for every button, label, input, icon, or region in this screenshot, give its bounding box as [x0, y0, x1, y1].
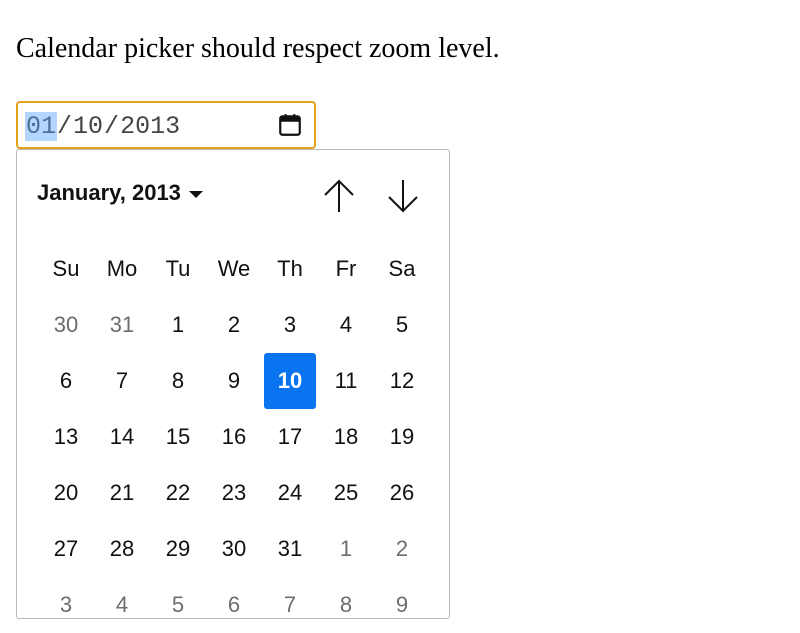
date-separator: /: [57, 111, 73, 141]
day-cell[interactable]: 11: [318, 353, 374, 409]
month-year-dropdown[interactable]: January, 2013: [37, 180, 203, 206]
day-cell[interactable]: 3: [262, 297, 318, 353]
date-input[interactable]: 01/10/2013: [16, 101, 316, 149]
day-cell[interactable]: 7: [262, 577, 318, 633]
day-cell[interactable]: 14: [94, 409, 150, 465]
date-separator: /: [104, 111, 120, 141]
selected-day[interactable]: 10: [264, 353, 316, 409]
day-cell[interactable]: 31: [262, 521, 318, 577]
year-segment[interactable]: 2013: [119, 112, 181, 141]
day-cell[interactable]: 25: [318, 465, 374, 521]
day-cell[interactable]: 3: [38, 577, 94, 633]
month-segment[interactable]: 01: [25, 111, 58, 141]
day-cell[interactable]: 29: [150, 521, 206, 577]
day-cell[interactable]: 22: [150, 465, 206, 521]
weekday-header: Fr: [335, 256, 357, 281]
weekday-header: Th: [277, 256, 303, 281]
day-cell[interactable]: 4: [318, 297, 374, 353]
day-cell[interactable]: 20: [38, 465, 94, 521]
day-cell[interactable]: 8: [150, 353, 206, 409]
day-cell[interactable]: 16: [206, 409, 262, 465]
day-cell[interactable]: 12: [374, 353, 430, 409]
weekday-header: Su: [52, 256, 80, 281]
day-cell[interactable]: 15: [150, 409, 206, 465]
day-cell[interactable]: 2: [374, 521, 430, 577]
arrow-down-icon[interactable]: [383, 176, 423, 216]
day-cell[interactable]: 13: [38, 409, 94, 465]
day-cell[interactable]: 9: [206, 353, 262, 409]
day-cell[interactable]: 6: [38, 353, 94, 409]
day-cell[interactable]: 21: [94, 465, 150, 521]
day-cell[interactable]: 28: [94, 521, 150, 577]
day-segment[interactable]: 10: [72, 112, 104, 141]
day-cell[interactable]: 26: [374, 465, 430, 521]
day-cell[interactable]: 5: [150, 577, 206, 633]
page-headline: Calendar picker should respect zoom leve…: [16, 33, 500, 64]
day-cell[interactable]: 31: [94, 297, 150, 353]
day-cell[interactable]: 23: [206, 465, 262, 521]
day-cell[interactable]: 18: [318, 409, 374, 465]
weekday-header: We: [217, 256, 251, 281]
day-cell[interactable]: 7: [94, 353, 150, 409]
day-cell[interactable]: 19: [374, 409, 430, 465]
month-year-label: January, 2013: [37, 180, 181, 205]
calendar-icon[interactable]: [276, 111, 304, 139]
weekday-header: Tu: [165, 256, 191, 281]
day-cell[interactable]: 1: [150, 297, 206, 353]
day-cell[interactable]: 24: [262, 465, 318, 521]
day-cell[interactable]: 4: [94, 577, 150, 633]
day-cell[interactable]: 8: [318, 577, 374, 633]
day-cell[interactable]: 27: [38, 521, 94, 577]
day-cell[interactable]: 1: [318, 521, 374, 577]
day-cell[interactable]: 2: [206, 297, 262, 353]
date-text: 01/10/2013: [25, 111, 181, 141]
calendar-popup: January, 2013 Su Mo Tu We Th Fr Sa 30 31 1 2 3 4 5 6 7 8…: [16, 149, 450, 619]
chevron-down-icon: [188, 190, 203, 198]
day-cell[interactable]: 9: [374, 577, 430, 633]
calendar-grid: Su Mo Tu We Th Fr Sa 30 31 1 2 3 4 5 6 7 8 9 10 11 12 13 14 15 1…: [38, 241, 430, 633]
weekday-header: Sa: [388, 256, 416, 281]
arrow-up-icon[interactable]: [319, 176, 359, 216]
day-cell[interactable]: 5: [374, 297, 430, 353]
day-cell[interactable]: 17: [262, 409, 318, 465]
day-cell[interactable]: 30: [206, 521, 262, 577]
day-cell[interactable]: 30: [38, 297, 94, 353]
day-cell[interactable]: 6: [206, 577, 262, 633]
weekday-header: Mo: [106, 256, 138, 281]
